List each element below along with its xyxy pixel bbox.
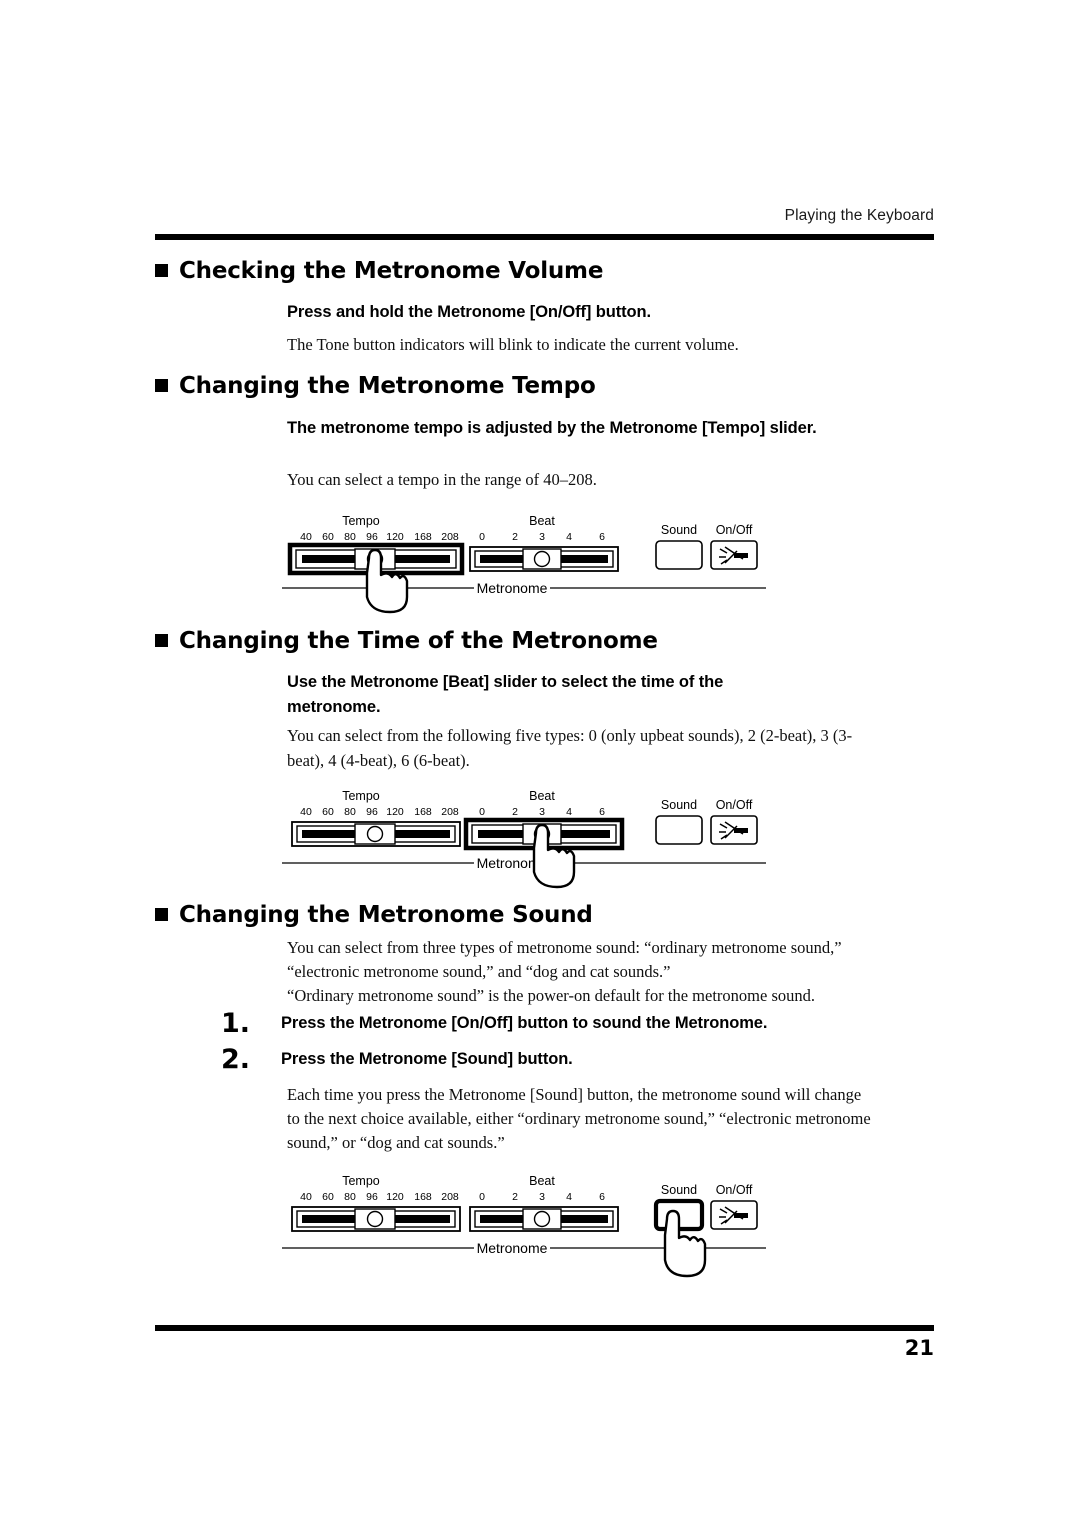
beat-slider-diagram: Tempo 40 60 80 96 120 168 208 Beat 0 2 3 4 6 — [278, 780, 770, 900]
step-2-text: Press the Metronome [Sound] button. — [281, 1050, 573, 1068]
beat-tick-labels: 0 2 3 4 6 — [479, 1191, 605, 1203]
section-4-body-line-3: “Ordinary metronome sound” is the power-… — [287, 986, 815, 1005]
section-2-body: You can select a tempo in the range of 4… — [287, 470, 597, 489]
section-4-after-line-2: to the next choice available, either “or… — [287, 1109, 871, 1128]
pointing-hand-cursor — [663, 1209, 707, 1278]
tempo-label: Tempo — [342, 789, 380, 803]
svg-text:208: 208 — [441, 1191, 459, 1203]
section-heading-2: Changing the Metronome Tempo — [155, 373, 596, 399]
sound-label: Sound — [661, 798, 697, 812]
onoff-label: On/Off — [716, 798, 753, 812]
svg-text:2: 2 — [512, 531, 518, 543]
svg-text:120: 120 — [386, 1191, 404, 1203]
sound-button — [655, 540, 703, 570]
svg-text:96: 96 — [366, 1191, 378, 1203]
section-4-body-line-2: “electronic metronome sound,” and “dog a… — [287, 962, 671, 981]
section-3-lead: Use the Metronome [Beat] slider to selec… — [287, 673, 724, 716]
step-1-number: 1. — [221, 1008, 251, 1039]
svg-text:60: 60 — [322, 806, 334, 818]
section-heading-3: Changing the Time of the Metronome — [155, 628, 658, 654]
header-rule — [155, 234, 934, 240]
tempo-label: Tempo — [342, 514, 380, 528]
svg-text:3: 3 — [539, 806, 545, 818]
svg-text:0: 0 — [479, 1191, 485, 1203]
document-page: Playing the Keyboard Checking the Metron… — [0, 0, 1080, 1528]
svg-text:40: 40 — [300, 1191, 312, 1203]
metronome-group-label: Metronome — [477, 580, 548, 596]
section-1-body: The Tone button indicators will blink to… — [287, 335, 739, 354]
beat-label: Beat — [529, 789, 555, 803]
svg-text:120: 120 — [386, 531, 404, 543]
tempo-slider-diagram: Tempo 40 60 80 96 120 168 208 Beat 0 2 3 4 6 — [278, 505, 770, 625]
square-bullet-icon — [155, 379, 168, 392]
svg-text:208: 208 — [441, 806, 459, 818]
svg-text:96: 96 — [366, 806, 378, 818]
svg-text:60: 60 — [322, 1191, 334, 1203]
section-heading-4: Changing the Metronome Sound — [155, 902, 593, 928]
svg-text:80: 80 — [344, 531, 356, 543]
svg-text:4: 4 — [566, 531, 572, 543]
beat-tick-labels: 0 2 3 4 6 — [479, 806, 605, 818]
svg-text:2: 2 — [512, 1191, 518, 1203]
svg-text:80: 80 — [344, 1191, 356, 1203]
section-1-lead: Press and hold the Metronome [On/Off] bu… — [287, 303, 651, 321]
svg-text:208: 208 — [441, 531, 459, 543]
sound-label: Sound — [661, 523, 697, 537]
metronome-blink-icon — [719, 821, 748, 840]
section-heading-2-text: Changing the Metronome Tempo — [179, 373, 596, 399]
square-bullet-icon — [155, 634, 168, 647]
svg-text:96: 96 — [366, 531, 378, 543]
svg-text:0: 0 — [479, 531, 485, 543]
svg-text:3: 3 — [539, 1191, 545, 1203]
section-heading-1: Checking the Metronome Volume — [155, 258, 603, 284]
section-3-body-line-2: beat), 4 (4-beat), 6 (6-beat). — [287, 751, 470, 770]
section-4-body-line-1: You can select from three types of metro… — [287, 938, 842, 957]
sound-button — [655, 815, 703, 845]
svg-text:120: 120 — [386, 806, 404, 818]
section-heading-4-text: Changing the Metronome Sound — [179, 902, 593, 928]
page-number: 21 — [904, 1336, 934, 1360]
square-bullet-icon — [155, 908, 168, 921]
footer-rule — [155, 1325, 934, 1331]
sound-label: Sound — [661, 1183, 697, 1197]
svg-text:4: 4 — [566, 1191, 572, 1203]
metronome-blink-icon — [719, 1206, 748, 1225]
step-2-number: 2. — [221, 1044, 251, 1075]
svg-text:6: 6 — [599, 806, 605, 818]
svg-text:40: 40 — [300, 806, 312, 818]
svg-text:168: 168 — [414, 1191, 432, 1203]
tempo-tick-labels: 40 60 80 96 120 168 208 — [300, 1191, 459, 1203]
tempo-tick-labels: 40 60 80 96 120 168 208 — [300, 531, 459, 543]
svg-text:4: 4 — [566, 806, 572, 818]
sound-button-diagram: Tempo 40 60 80 96 120 168 208 Beat 0 2 3 4 6 — [278, 1165, 770, 1285]
beat-label: Beat — [529, 1174, 555, 1188]
svg-text:3: 3 — [539, 531, 545, 543]
svg-text:0: 0 — [479, 806, 485, 818]
section-3-body-line-1: You can select from the following five t… — [287, 726, 853, 745]
svg-text:40: 40 — [300, 531, 312, 543]
svg-text:60: 60 — [322, 531, 334, 543]
svg-text:6: 6 — [599, 531, 605, 543]
svg-text:168: 168 — [414, 806, 432, 818]
svg-text:80: 80 — [344, 806, 356, 818]
section-4-after-line-3: sound,” or “dog and cat sounds.” — [287, 1133, 505, 1152]
beat-tick-labels: 0 2 3 4 6 — [479, 531, 605, 543]
section-2-lead: The metronome tempo is adjusted by the M… — [287, 419, 817, 437]
svg-text:2: 2 — [512, 806, 518, 818]
running-head: Playing the Keyboard — [784, 207, 934, 224]
svg-text:6: 6 — [599, 1191, 605, 1203]
section-heading-3-text: Changing the Time of the Metronome — [179, 628, 658, 654]
section-heading-1-text: Checking the Metronome Volume — [179, 258, 604, 284]
beat-label: Beat — [529, 514, 555, 528]
tempo-tick-labels: 40 60 80 96 120 168 208 — [300, 806, 459, 818]
metronome-blink-icon — [719, 546, 748, 565]
step-1-text: Press the Metronome [On/Off] button to s… — [281, 1014, 768, 1032]
section-4-after-line-1: Each time you press the Metronome [Sound… — [287, 1085, 862, 1104]
metronome-group-label: Metronome — [477, 1240, 548, 1256]
tempo-label: Tempo — [342, 1174, 380, 1188]
onoff-label: On/Off — [716, 523, 753, 537]
svg-text:168: 168 — [414, 531, 432, 543]
onoff-label: On/Off — [716, 1183, 753, 1197]
square-bullet-icon — [155, 264, 168, 277]
